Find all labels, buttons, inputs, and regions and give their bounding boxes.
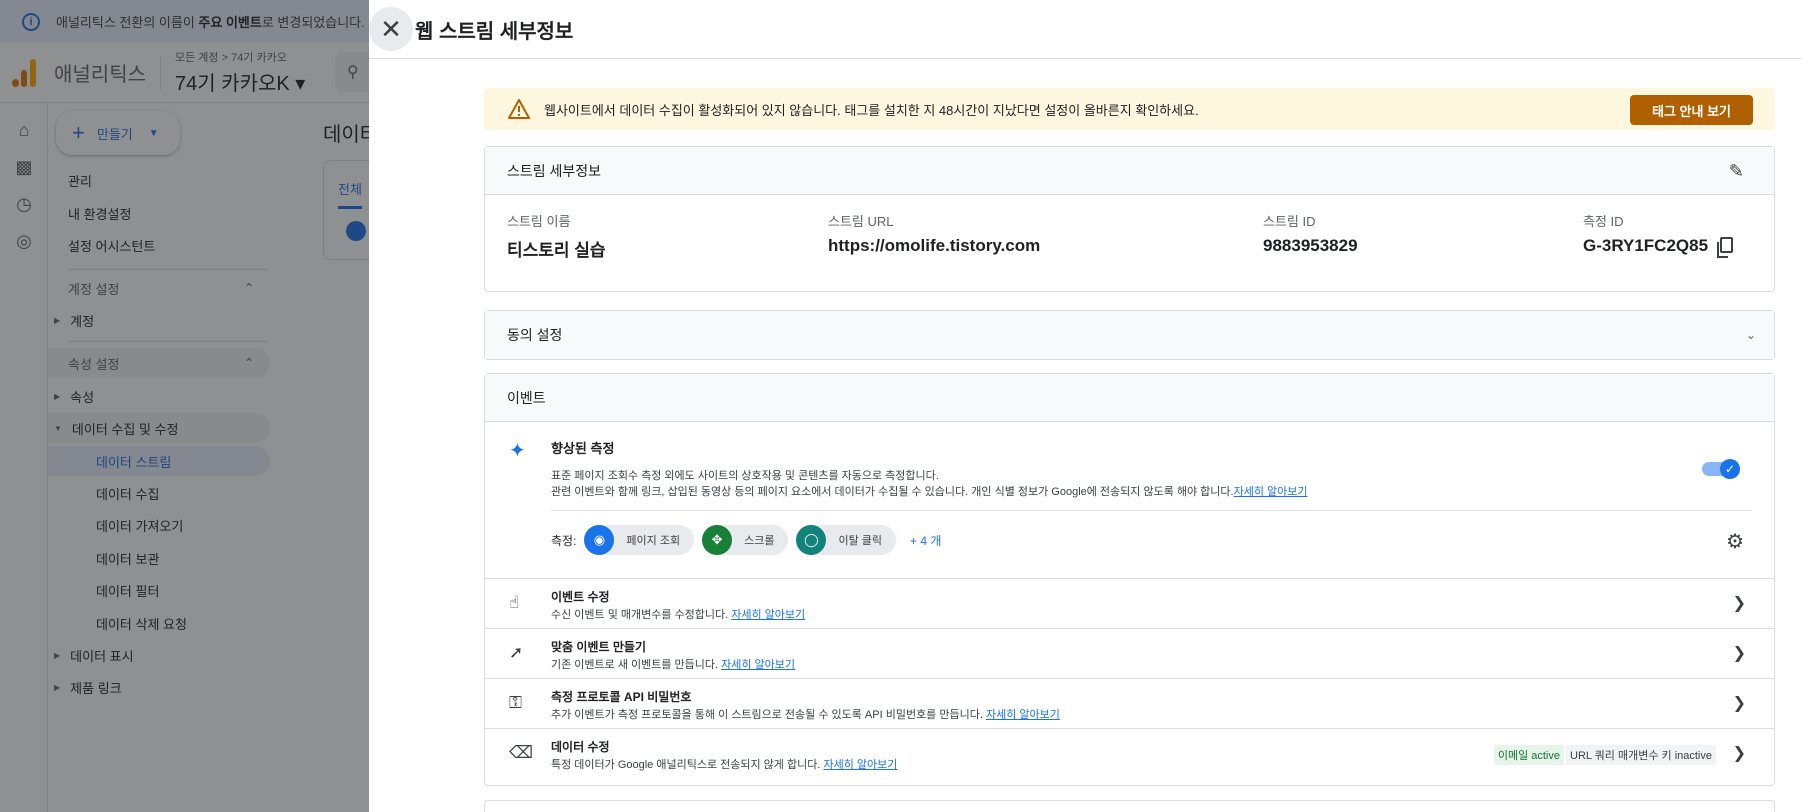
description-line: 관련 이벤트와 함께 링크, 삽입된 동영상 등의 페이지 요소에서 데이터가 … bbox=[551, 484, 1308, 500]
row-measurement-protocol[interactable]: ⚿ 측정 프로토콜 API 비밀번호 추가 이벤트가 측정 프로토콜을 통해 이… bbox=[485, 679, 1774, 729]
stream-name-value: 티스토리 실습 bbox=[507, 241, 606, 260]
learn-more-link[interactable]: 자세히 알아보기 bbox=[731, 609, 805, 621]
stream-url-value: https://omolife.tistory.com bbox=[828, 236, 1041, 255]
status-badge-inactive: URL 쿼리 매개변수 키 inactive bbox=[1566, 745, 1716, 765]
stream-id-value: 9883953829 bbox=[1263, 236, 1358, 255]
chip-label: 페이지 조회 bbox=[626, 535, 681, 547]
row-description: 기존 이벤트로 새 이벤트를 만듭니다. 자세히 알아보기 bbox=[551, 656, 795, 672]
row-redact-data[interactable]: ⌫ 데이터 수정 특정 데이터가 Google 애널리틱스로 전송되지 않게 합… bbox=[485, 729, 1774, 779]
learn-more-link[interactable]: 자세히 알아보기 bbox=[1234, 486, 1308, 498]
section-title: 스트림 세부정보 bbox=[507, 162, 602, 179]
section-title: 이벤트 bbox=[507, 389, 546, 406]
stream-url-label: 스트림 URL bbox=[828, 214, 894, 229]
copy-icon[interactable] bbox=[1717, 237, 1734, 258]
next-card bbox=[484, 800, 1775, 812]
chip-label: 스크롤 bbox=[744, 535, 775, 547]
alert-text: 웹사이트에서 데이터 수집이 활성화되어 있지 않습니다. 태그를 설치한 지 … bbox=[544, 102, 1199, 118]
measurement-id-field: 측정 ID G-3RY1FC2Q85 bbox=[1583, 211, 1734, 261]
row-title: 맞춤 이벤트 만들기 bbox=[551, 640, 646, 654]
chevron-right-icon: ❯ bbox=[1732, 645, 1746, 662]
chip-outbound-click[interactable]: ◯ 이탈 클릭 bbox=[796, 525, 896, 555]
status-badge-active: 이메일 active bbox=[1493, 745, 1564, 765]
row-create-custom-events[interactable]: ➚ 맞춤 이벤트 만들기 기존 이벤트로 새 이벤트를 만듭니다. 자세히 알아… bbox=[485, 629, 1774, 679]
scroll-icon: ✥ bbox=[702, 525, 733, 555]
learn-more-link[interactable]: 자세히 알아보기 bbox=[823, 759, 897, 771]
click-sparkle-icon: ➚ bbox=[509, 643, 524, 662]
stream-id-field: 스트림 ID 9883953829 bbox=[1263, 211, 1583, 261]
chevron-down-icon: ⌄ bbox=[1745, 328, 1756, 342]
stream-details-header: 스트림 세부정보 ✎ bbox=[485, 147, 1774, 195]
stream-details-card: 스트림 세부정보 ✎ 스트림 이름 티스토리 실습 스트림 URL https:… bbox=[484, 146, 1775, 292]
eraser-icon: ⌫ bbox=[509, 743, 534, 762]
row-description: 수신 이벤트 및 매개변수를 수정합니다. 자세히 알아보기 bbox=[551, 606, 805, 622]
enhanced-measurement-toggle[interactable]: ✓ bbox=[1702, 459, 1740, 479]
description-text: 관련 이벤트와 함께 링크, 삽입된 동영상 등의 페이지 요소에서 데이터가 … bbox=[551, 486, 1234, 498]
chevron-right-icon: ❯ bbox=[1732, 595, 1746, 612]
gear-icon[interactable]: ⚙ bbox=[1726, 529, 1744, 554]
section-title: 동의 설정 bbox=[507, 327, 563, 343]
events-card: 이벤트 ✦ 향상된 측정 표준 페이지 조회수 측정 외에도 사이트의 상호작용… bbox=[484, 373, 1775, 786]
measurement-id-value[interactable]: G-3RY1FC2Q85 bbox=[1583, 236, 1708, 255]
learn-more-link[interactable]: 자세히 알아보기 bbox=[721, 659, 795, 671]
touch-icon: ☝ bbox=[509, 593, 520, 612]
measurement-id-label: 측정 ID bbox=[1583, 214, 1624, 229]
warning-icon bbox=[508, 99, 530, 119]
row-desc-text: 수신 이벤트 및 매개변수를 수정합니다. bbox=[551, 609, 732, 621]
events-header: 이벤트 bbox=[485, 374, 1774, 422]
check-icon: ✓ bbox=[1720, 459, 1740, 479]
enhanced-measurement-description: 표준 페이지 조회수 측정 외에도 사이트의 상호작용 및 콘텐츠를 자동으로 … bbox=[551, 468, 1308, 500]
measurement-chips: 측정: ◉ 페이지 조회 ✥ 스크롤 ◯ 이탈 클릭 + 4 개 bbox=[551, 525, 941, 555]
web-stream-details-panel: ✕ 웹 스트림 세부정보 웹사이트에서 데이터 수집이 활성화되어 있지 않습니… bbox=[369, 0, 1801, 812]
measure-label: 측정: bbox=[551, 533, 577, 548]
chip-scroll[interactable]: ✥ 스크롤 bbox=[702, 525, 789, 555]
close-icon: ✕ bbox=[380, 13, 402, 44]
chevron-right-icon: ❯ bbox=[1732, 745, 1746, 762]
panel-header: ✕ 웹 스트림 세부정보 bbox=[369, 0, 1801, 59]
row-title: 측정 프로토콜 API 비밀번호 bbox=[551, 690, 692, 704]
chevron-right-icon: ❯ bbox=[1732, 695, 1746, 712]
row-title: 데이터 수정 bbox=[551, 740, 610, 754]
row-description: 특정 데이터가 Google 애널리틱스로 전송되지 않게 합니다. 자세히 알… bbox=[551, 756, 897, 772]
edit-icon[interactable]: ✎ bbox=[1729, 161, 1744, 182]
row-desc-text: 추가 이벤트가 측정 프로토콜을 통해 이 스트림으로 전송될 수 있도록 AP… bbox=[551, 709, 986, 721]
enhanced-measurement-title: 향상된 측정 bbox=[551, 441, 615, 456]
description-line: 표준 페이지 조회수 측정 외에도 사이트의 상호작용 및 콘텐츠를 자동으로 … bbox=[551, 470, 939, 482]
warning-alert: 웹사이트에서 데이터 수집이 활성화되어 있지 않습니다. 태그를 설치한 지 … bbox=[484, 88, 1775, 130]
row-title: 이벤트 수정 bbox=[551, 590, 610, 604]
stream-url-field: 스트림 URL https://omolife.tistory.com bbox=[828, 211, 1263, 261]
close-button[interactable]: ✕ bbox=[369, 7, 413, 51]
stream-name-field: 스트림 이름 티스토리 실습 bbox=[507, 211, 828, 261]
key-icon: ⚿ bbox=[509, 693, 522, 712]
chip-page-view[interactable]: ◉ 페이지 조회 bbox=[584, 525, 695, 555]
panel-title: 웹 스트림 세부정보 bbox=[415, 20, 574, 43]
mouse-icon: ◯ bbox=[796, 525, 827, 555]
consent-settings-header[interactable]: 동의 설정 ⌄ bbox=[485, 311, 1774, 359]
stream-details-row: 스트림 이름 티스토리 실습 스트림 URL https://omolife.t… bbox=[485, 195, 1774, 261]
stream-id-label: 스트림 ID bbox=[1263, 214, 1316, 229]
measurement-id-row: G-3RY1FC2Q85 bbox=[1583, 236, 1734, 258]
stream-name-label: 스트림 이름 bbox=[507, 214, 571, 229]
sparkle-icon: ✦ bbox=[509, 440, 526, 462]
divider bbox=[551, 510, 1752, 511]
consent-settings-card[interactable]: 동의 설정 ⌄ bbox=[484, 310, 1775, 360]
tag-guide-button[interactable]: 태그 안내 보기 bbox=[1630, 95, 1753, 125]
learn-more-link[interactable]: 자세히 알아보기 bbox=[986, 709, 1060, 721]
enhanced-measurement: ✦ 향상된 측정 표준 페이지 조회수 측정 외에도 사이트의 상호작용 및 콘… bbox=[485, 422, 1774, 579]
row-desc-text: 특정 데이터가 Google 애널리틱스로 전송되지 않게 합니다. bbox=[551, 759, 824, 771]
row-desc-text: 기존 이벤트로 새 이벤트를 만듭니다. bbox=[551, 659, 722, 671]
row-modify-events[interactable]: ☝ 이벤트 수정 수신 이벤트 및 매개변수를 수정합니다. 자세히 알아보기 … bbox=[485, 579, 1774, 629]
more-chips-link[interactable]: + 4 개 bbox=[910, 532, 941, 549]
row-description: 추가 이벤트가 측정 프로토콜을 통해 이 스트림으로 전송될 수 있도록 AP… bbox=[551, 706, 1060, 722]
chip-label: 이탈 클릭 bbox=[838, 535, 882, 547]
eye-icon: ◉ bbox=[584, 525, 615, 555]
